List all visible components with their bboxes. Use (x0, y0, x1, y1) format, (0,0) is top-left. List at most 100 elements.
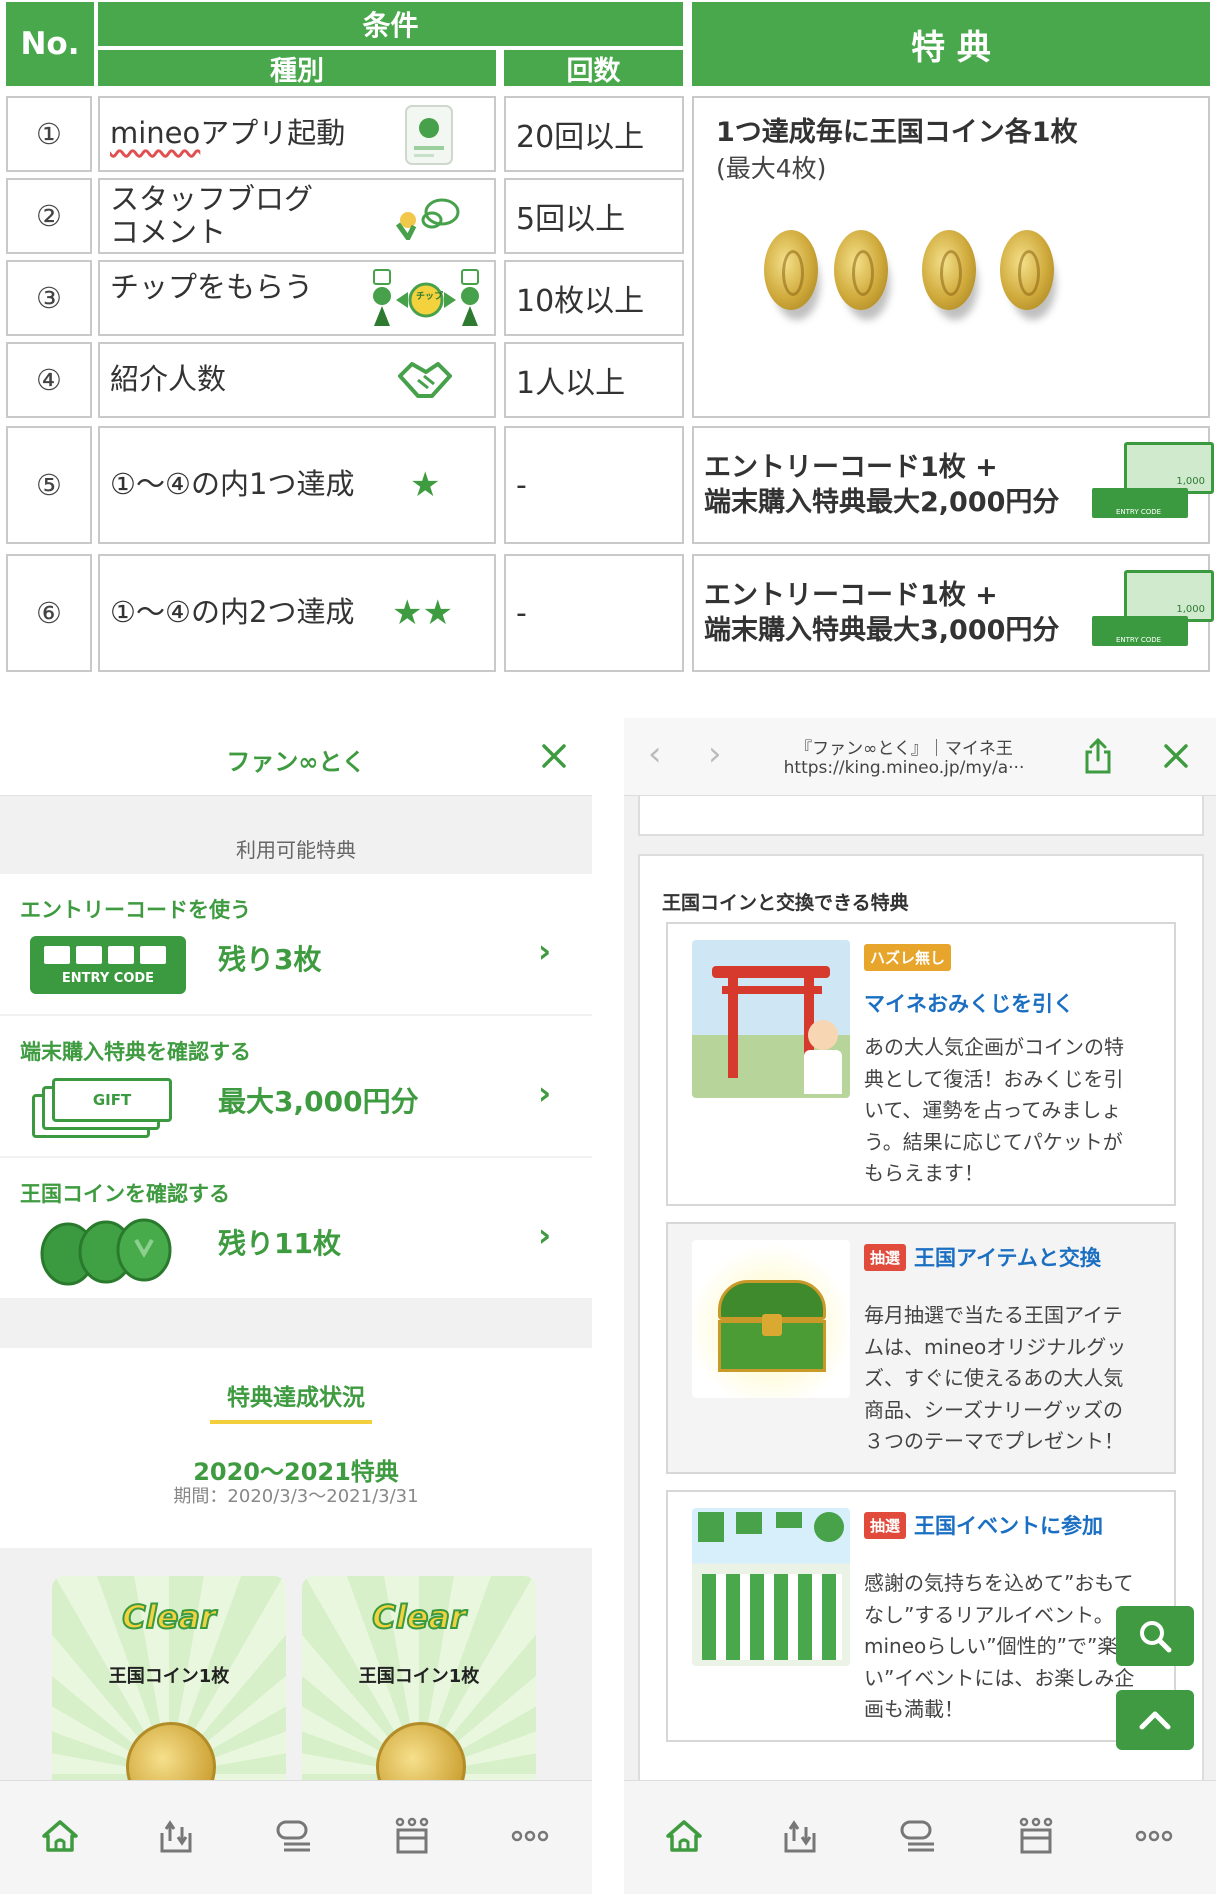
star-icon: ★ (410, 465, 441, 505)
condition-type: ①〜④の内1つ達成 ★ (98, 426, 496, 544)
event-image (692, 1508, 850, 1666)
chevron-up-icon (1139, 1711, 1171, 1730)
lottery-badge: 抽選 (864, 1243, 907, 1271)
previous-card-edge (638, 796, 1204, 836)
forum-icon[interactable] (890, 1811, 946, 1861)
coin-icon (834, 230, 888, 310)
condition-count: 5回以上 (504, 178, 684, 254)
share-icon[interactable] (1084, 738, 1112, 774)
kingdom-icon[interactable] (384, 1811, 440, 1861)
no-miss-badge: ハズレ無し (864, 944, 952, 971)
kingdom-coin-row[interactable]: 王国コインを確認する 残り11枚 › (0, 1158, 592, 1298)
forum-icon[interactable] (266, 1811, 322, 1861)
status-section: 特典達成状況 2020〜2021特典 期間：2020/3/3〜2021/3/31 (0, 1348, 592, 1548)
entry-code-icon: ENTRY CODE (1092, 616, 1188, 646)
type-line: コメント (110, 215, 227, 249)
page-title: ファン∞とく (226, 748, 366, 776)
type-label: ①〜④の内2つ達成 (110, 595, 355, 630)
row-value: 残り11枚 (218, 1227, 341, 1260)
coin-benefit: 1つ達成毎に王国コイン各1枚 (最大4枚) (692, 96, 1210, 418)
treasure-chest-image (692, 1240, 850, 1398)
ticket-value: 1,000 (1176, 476, 1205, 487)
browser-bar: ‹ › 『ファン∞とく』｜マイネ王 https://king.mineo.jp/… (624, 718, 1216, 796)
home-icon[interactable] (656, 1811, 712, 1861)
status-title: 特典達成状況 (227, 1385, 365, 1411)
ticket-value: 1,000 (1176, 604, 1205, 615)
mineo-brand: mineo (110, 116, 201, 151)
type-line: スタッフブログ (110, 181, 314, 216)
coin-icon (764, 230, 818, 310)
exchange-title: 王国コインと交換できる特典 (662, 892, 909, 914)
chevron-right-icon: › (538, 1216, 552, 1254)
row-label: 端末購入特典を確認する (20, 1040, 251, 1064)
entry-code-icon: ENTRY CODE (1092, 488, 1188, 518)
upload-icon[interactable] (772, 1811, 828, 1861)
omikuji-card[interactable]: ハズレ無し マイネおみくじを引く あの大人気企画がコインの特 典として復活！おみく… (666, 922, 1176, 1206)
header-type: 種別 (98, 50, 496, 87)
type-label: ①〜④の内1つ達成 (110, 467, 355, 502)
scroll-top-button[interactable] (1116, 1690, 1194, 1750)
bottom-tab-bar (624, 1780, 1216, 1894)
row-number: ⑥ (6, 554, 92, 672)
purchase-benefit-row[interactable]: 端末購入特典を確認する GIFT 最大3,000円分 › (0, 1016, 592, 1156)
more-icon[interactable] (502, 1811, 558, 1861)
gift-text: GIFT (92, 1091, 132, 1109)
type-label: 紹介人数 (110, 362, 227, 397)
type-rest: アプリ起動 (200, 116, 346, 151)
chevron-right-icon: › (538, 1074, 552, 1112)
condition-type: mineo アプリ起動 (98, 96, 496, 172)
card-title[interactable]: 王国アイテムと交換 (914, 1242, 1101, 1272)
app-icon (405, 105, 453, 165)
condition-count: - (504, 426, 684, 544)
card-desc: あの大人気企画がコインの特 典として復活！おみくじを引 いて、運勢を占ってみましょう… (864, 1035, 1124, 1185)
entry-code-label: ENTRY CODE (1116, 508, 1162, 516)
type-label: チップをもらう (110, 270, 314, 305)
search-icon (1140, 1621, 1172, 1653)
gift-ticket-icon: GIFT (32, 1078, 172, 1140)
condition-type: ①〜④の内2つ達成 ★★ (98, 554, 496, 672)
coin-benefit-sub: (最大4枚) (716, 154, 827, 183)
entry-benefit-line: エントリーコード1枚 + (704, 579, 998, 611)
row-label: エントリーコードを使う (20, 898, 251, 922)
chevron-right-icon: › (538, 932, 552, 970)
row-number: ② (6, 178, 92, 254)
kingdom-icon[interactable] (1008, 1811, 1064, 1861)
coin-icon (1000, 230, 1054, 310)
forward-icon[interactable]: › (708, 734, 722, 774)
card-desc: 毎月抽選で当たる王国アイテ ムは、mineoオリジナルグッ ズ、すぐに使えるあの大人… (864, 1303, 1127, 1453)
condition-count: - (504, 554, 684, 672)
condition-type: チップをもらう チップ (98, 260, 496, 336)
star-icon: ★★ (392, 593, 453, 633)
coin-icon (922, 230, 976, 310)
clear-label: Clear (371, 1597, 467, 1637)
close-icon[interactable] (1162, 742, 1190, 770)
condition-type: スタッフブログ コメント (98, 178, 496, 254)
header-condition: 条件 (98, 2, 683, 46)
item-exchange-card[interactable]: 抽選 王国アイテムと交換 毎月抽選で当たる王国アイテ ムは、mineoオリジナルグ… (666, 1222, 1176, 1474)
more-icon[interactable] (1126, 1811, 1182, 1861)
lottery-badge: 抽選 (864, 1511, 907, 1539)
upload-icon[interactable] (148, 1811, 204, 1861)
entry-benefit-line: エントリーコード1枚 + (704, 451, 998, 483)
condition-type: 紹介人数 (98, 342, 496, 418)
entry-benefit: エントリーコード1枚 + 端末購入特典最大2,000円分 1,000 ENTRY … (692, 426, 1214, 544)
coin-benefit-title: 1つ達成毎に王国コイン各1枚 (716, 117, 1078, 148)
clear-reward: 王国コイン1枚 (108, 1666, 230, 1687)
close-icon[interactable] (540, 742, 568, 770)
clear-card: Clear 王国コイン1枚 (302, 1576, 536, 1812)
event-card[interactable]: 抽選 王国イベントに参加 感謝の気持ちを込めて”おもて なし”するリアルイベント。… (666, 1490, 1176, 1742)
card-title[interactable]: 王国イベントに参加 (914, 1510, 1103, 1540)
green-coins-icon (40, 1218, 172, 1286)
home-icon[interactable] (32, 1811, 88, 1861)
condition-count: 20回以上 (504, 96, 684, 172)
clear-label: Clear (121, 1597, 217, 1637)
back-icon[interactable]: ‹ (648, 734, 662, 774)
entry-benefit-line: 端末購入特典最大3,000円分 (704, 615, 1060, 646)
card-title[interactable]: マイネおみくじを引く (864, 988, 1074, 1018)
entry-code-label: ENTRY CODE (1116, 636, 1162, 644)
comment-icon (395, 198, 460, 240)
search-button[interactable] (1116, 1606, 1194, 1666)
entry-code-row[interactable]: エントリーコードを使う ENTRY CODE 残り3枚 › (0, 874, 592, 1014)
row-number: ④ (6, 342, 92, 418)
row-value: 最大3,000円分 (218, 1085, 419, 1118)
